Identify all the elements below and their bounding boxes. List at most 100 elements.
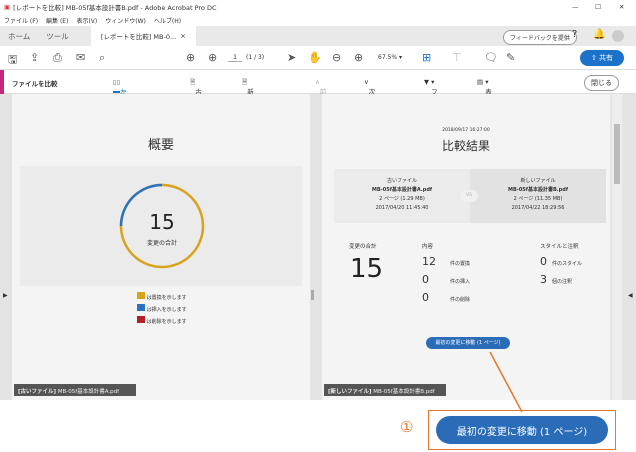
legend-insert: は挿入を示します [137, 304, 187, 316]
save-icon[interactable]: 🖫 [8, 51, 17, 70]
right-panel-toggle-icon[interactable]: ◀ [628, 292, 633, 299]
scrollbar-thumb[interactable] [614, 124, 620, 184]
callout-goto-button[interactable]: 最初の変更に移動 (1 ページ) [436, 416, 608, 444]
mail-icon[interactable]: ✉ [76, 51, 85, 64]
fit-page-icon[interactable]: ⊞ [422, 51, 431, 64]
next-page-icon[interactable]: ⊕ [208, 51, 217, 64]
hand-icon[interactable]: ✋ [308, 51, 322, 64]
view-button[interactable]: ▤ 表示 ▾ [477, 78, 492, 106]
feedback-button[interactable]: フィードバックを提供 [503, 30, 577, 45]
callout-box: 最初の変更に移動 (1 ページ) [428, 410, 616, 450]
left-panel-toggle-icon[interactable]: ▶ [3, 292, 8, 299]
old-file-footer: [古いファイル] MB-05f基本設計書A.pdf [14, 384, 136, 396]
new-file-button[interactable]: 🗎 新しいファイル [242, 78, 254, 156]
stat-style: 0 件のスタイル [540, 254, 582, 272]
new-file-card-pages: 2 ページ (11.35 MB) [513, 196, 563, 202]
splitter-handle[interactable] [311, 290, 314, 300]
summary-box: 15 変更の合計 [20, 166, 302, 286]
new-file-card-name: MB-05f基本設計書B.pdf [507, 187, 569, 193]
filter-button[interactable]: ▼ フィルター ▾ [424, 78, 438, 136]
summary-heading: 概要 [147, 138, 174, 153]
result-heading: 比較結果 [441, 139, 490, 153]
tab-close-icon[interactable]: × [180, 32, 185, 40]
pen-icon[interactable]: ✎ [506, 51, 515, 64]
stat-delete-label: 件の削除 [450, 297, 471, 303]
report-timestamp: 2018/09/17 16:27:00 [442, 128, 490, 133]
menu-bar: ファイル (F) 編集 (E) 表示(V) ウィンドウ(W) ヘルプ(H) [0, 14, 636, 26]
compare-title: ファイルを比較 [12, 80, 58, 88]
page-count: (1 / 3) [246, 54, 265, 61]
total-changes: 15 [149, 210, 175, 234]
close-window-button[interactable]: ✕ [619, 3, 624, 11]
old-file-card: 古いファイル MB-05f基本設計書A.pdf 2 ページ (1.29 MB) … [334, 169, 470, 223]
total-label: 変更の合計 [349, 244, 377, 250]
tab-document[interactable]: [レポートを比較] MB-0... × [90, 26, 196, 46]
prev-page-icon[interactable]: ⊕ [186, 51, 195, 64]
legend-replace-label: は置換を示します [146, 295, 187, 301]
scrollbar[interactable] [612, 94, 622, 400]
tab-tools[interactable]: ツール [38, 31, 77, 42]
tab-home[interactable]: ホーム [0, 31, 38, 42]
zoom-out-icon[interactable]: ⊖ [332, 51, 341, 64]
zoom-select[interactable]: 67.5% ▾ [378, 54, 402, 61]
menu-window[interactable]: ウィンドウ(W) [105, 16, 146, 25]
share-button[interactable]: ⇧ 共有 [580, 50, 624, 66]
toolbar: 🖫 ⇪ ⎙ ✉ ⌕ ⊕ ⊕ 1 (1 / 3) ➤ ✋ ⊖ ⊕ 67.5% ▾ … [0, 46, 636, 70]
legend-delete-label: は削除を示します [146, 319, 187, 325]
prev-change-button[interactable]: ∧ 前の変更 [315, 78, 326, 126]
stat-replace-label: 件の置換 [450, 261, 471, 267]
new-file-footer-name: MB-05f基本設計書B.pdf [373, 389, 435, 395]
old-file-card-name: MB-05f基本設計書A.pdf [371, 187, 433, 193]
new-file-footer: [新しいファイル] MB-05f基本設計書B.pdf [324, 384, 446, 396]
search-icon[interactable]: ⌕ [99, 51, 105, 65]
side-by-side-button[interactable]: ▯▯ 左右に並べて表示 [113, 78, 127, 166]
upload-icon[interactable]: ⇪ [30, 51, 39, 64]
stat-replace: 12 件の置換 [422, 254, 470, 272]
page-input[interactable]: 1 [228, 54, 242, 62]
new-file-card: 新しいファイル MB-05f基本設計書B.pdf 2 ページ (11.35 MB… [470, 169, 606, 223]
stat-annotation-label: 個の注釈 [552, 279, 573, 285]
minimize-button[interactable]: — [572, 3, 579, 11]
comment-icon[interactable]: 🗨 [484, 51, 498, 64]
stat-replace-value: 12 [422, 255, 436, 268]
new-file-card-label: 新しいファイル [520, 178, 556, 184]
stat-insert: 0 件の挿入 [422, 272, 470, 290]
menu-edit[interactable]: 編集 (E) [46, 16, 68, 25]
close-compare-button[interactable]: 閉じる [584, 75, 619, 91]
stat-insert-label: 件の挿入 [450, 279, 471, 285]
zoom-in-icon[interactable]: ⊕ [354, 51, 363, 64]
menu-view[interactable]: 表示(V) [76, 16, 97, 25]
stat-insert-value: 0 [422, 273, 429, 286]
bell-icon[interactable]: 🔔 [593, 29, 605, 40]
goto-first-change-button[interactable]: 最初の変更に移動 (1 ページ) [426, 337, 510, 349]
scroll-mode-icon[interactable]: ⊤ [452, 51, 462, 64]
content-stats: 12 件の置換 0 件の挿入 0 件の削除 [422, 254, 470, 308]
stat-style-label: 件のスタイル [552, 261, 583, 267]
avatar[interactable] [612, 30, 624, 42]
delete-swatch-icon [137, 316, 145, 323]
insert-swatch-icon [137, 304, 145, 311]
zoom-value: 67.5% [378, 54, 398, 61]
content-label: 内容 [422, 244, 434, 250]
menu-file[interactable]: ファイル (F) [4, 16, 38, 25]
tab-document-label: [レポートを比較] MB-0... [100, 33, 177, 41]
legend-delete: は削除を示します [137, 316, 187, 328]
callout-number: ① [400, 418, 414, 436]
old-file-footer-name: MB-05f基本設計書A.pdf [57, 389, 120, 395]
style-stats: 0 件のスタイル 3 個の注釈 [540, 254, 582, 290]
total-value: 15 [350, 254, 384, 284]
old-file-button[interactable]: 🗎 古いファイル [190, 78, 202, 146]
window-title: [レポートを比較] MB-05f基本設計書B.pdf - Adobe Acrob… [13, 4, 217, 12]
replace-swatch-icon [137, 292, 145, 299]
help-icon[interactable]: ? [572, 29, 577, 40]
maximize-button[interactable]: ☐ [595, 3, 601, 11]
select-cursor-icon[interactable]: ➤ [287, 51, 296, 64]
compare-accent-stripe [0, 70, 4, 94]
legend-insert-label: は挿入を示します [146, 307, 187, 313]
stat-annotation: 3 個の注釈 [540, 272, 582, 290]
next-change-button[interactable]: ∨ 次の変更 [364, 78, 375, 126]
print-icon[interactable]: ⎙ [53, 51, 62, 65]
legend-replace: は置換を示します [137, 292, 187, 304]
menu-help[interactable]: ヘルプ(H) [154, 16, 181, 25]
legend: は置換を示します は挿入を示します は削除を示します [137, 292, 187, 328]
